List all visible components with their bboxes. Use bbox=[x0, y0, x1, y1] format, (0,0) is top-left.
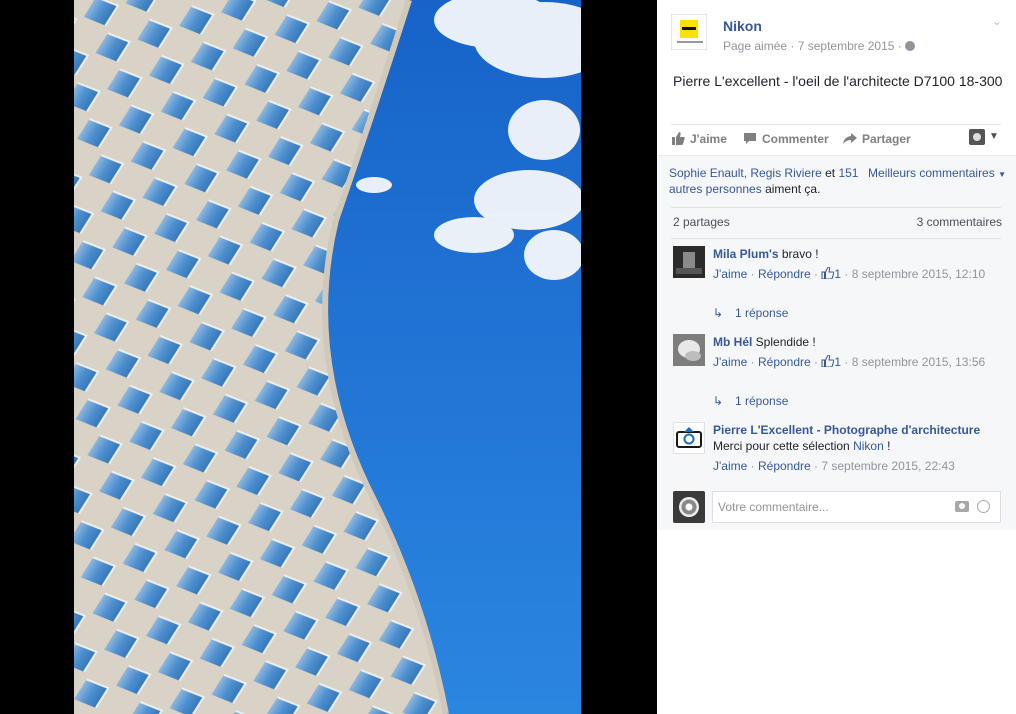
nikon-logo[interactable] bbox=[671, 14, 707, 50]
post-meta-text: Page aimée · 7 septembre 2015 · bbox=[723, 39, 902, 53]
reply-arrow-icon: ↳ bbox=[713, 306, 724, 320]
comment-author-line: Pierre L'Excellent - Photographe d'archi… bbox=[713, 422, 1003, 438]
viewer-avatar bbox=[969, 129, 985, 145]
thumbs-up-icon bbox=[821, 267, 835, 279]
comment-timestamp[interactable]: 7 septembre 2015, 22:43 bbox=[821, 459, 954, 473]
reply-arrow-icon: ↳ bbox=[713, 394, 724, 408]
replies-count: 1 réponse bbox=[735, 394, 789, 408]
comment-button[interactable]: Commenter bbox=[743, 132, 829, 146]
comment-body: Pierre L'Excellent - Photographe d'archi… bbox=[713, 422, 1003, 474]
post-side-panel: Nikon Page aimée · 7 septembre 2015 · ⌄ … bbox=[657, 0, 1016, 714]
comment-author-link[interactable]: Pierre L'Excellent - Photographe d'archi… bbox=[713, 423, 980, 437]
panel-blank-area bbox=[657, 530, 1016, 714]
comment-composer bbox=[673, 491, 1003, 523]
comment-like-link[interactable]: J'aime bbox=[713, 459, 747, 473]
comment-actions: J'aime · Répondre · 1 · 8 septembre 2015… bbox=[713, 267, 986, 281]
like-button-label: J'aime bbox=[690, 132, 727, 146]
architecture-photo-image bbox=[74, 0, 581, 714]
thumbs-up-icon bbox=[821, 355, 835, 367]
comment-sort-dropdown[interactable]: Meilleurs commentaires ▼ bbox=[868, 166, 1006, 180]
comment-text-line: Merci pour cette sélection Nikon ! bbox=[713, 438, 1003, 454]
comment-sort-label: Meilleurs commentaires bbox=[868, 166, 995, 180]
globe-icon bbox=[904, 41, 915, 51]
comment-button-label: Commenter bbox=[762, 132, 829, 146]
comment-body: Mb Hél Splendide ! J'aime · Répondre · 1… bbox=[713, 334, 1003, 370]
feedback-section: Sophie Enault, Regis Riviere et 151 autr… bbox=[657, 155, 1016, 530]
emoji-icon[interactable] bbox=[977, 500, 990, 513]
comments-count-link[interactable]: 3 commentaires bbox=[917, 215, 1002, 229]
avatar[interactable] bbox=[673, 246, 705, 278]
logo-tagline bbox=[677, 41, 703, 43]
share-button-label: Partager bbox=[862, 132, 911, 146]
likes-summary: Sophie Enault, Regis Riviere et 151 autr… bbox=[669, 165, 859, 197]
share-arrow-icon bbox=[843, 133, 857, 144]
sort-caret-down-icon: ▼ bbox=[998, 170, 1006, 179]
post-caption: Pierre L'excellent - l'oeil de l'archite… bbox=[673, 73, 1003, 89]
avatar bbox=[673, 491, 705, 523]
like-button[interactable]: J'aime bbox=[671, 132, 727, 146]
comment-text-line: Mb Hél Splendide ! bbox=[713, 334, 1003, 350]
post-photo[interactable] bbox=[74, 0, 581, 714]
comment-timestamp[interactable]: 8 septembre 2015, 12:10 bbox=[852, 267, 985, 281]
caret-down-icon: ▼ bbox=[989, 131, 999, 142]
share-button[interactable]: Partager bbox=[843, 132, 911, 146]
likes-suffix-text: aiment ça. bbox=[761, 182, 821, 196]
comment-like-link[interactable]: J'aime bbox=[713, 267, 747, 281]
comment-like-link[interactable]: J'aime bbox=[713, 355, 747, 369]
comment-text-suffix: ! bbox=[883, 439, 891, 453]
thumbs-up-icon bbox=[672, 132, 685, 145]
avatar-image bbox=[673, 334, 705, 366]
page-mention-link[interactable]: Nikon bbox=[853, 439, 884, 453]
comment-author-link[interactable]: Mb Hél bbox=[713, 335, 752, 349]
avatar[interactable] bbox=[673, 422, 705, 454]
post-action-bar: J'aime Commenter Partager ▼ bbox=[671, 124, 1001, 156]
avatar-image bbox=[673, 246, 705, 278]
comment-actions: J'aime · Répondre · 1 · 8 septembre 2015… bbox=[713, 355, 986, 369]
camera-icon[interactable] bbox=[955, 501, 969, 512]
comment-text: Merci pour cette sélection bbox=[713, 439, 854, 453]
post-options-chevron-down-icon[interactable]: ⌄ bbox=[989, 14, 1005, 30]
comment-text: bravo ! bbox=[778, 247, 819, 261]
post-meta: Page aimée · 7 septembre 2015 · bbox=[723, 39, 915, 53]
view-replies-link[interactable]: ↳ 1 réponse bbox=[713, 306, 788, 320]
comment-reply-link[interactable]: Répondre bbox=[758, 355, 811, 369]
comment-actions: J'aime · Répondre · 7 septembre 2015, 22… bbox=[713, 459, 955, 473]
likes-and-text: et bbox=[821, 166, 839, 180]
comment-author-link[interactable]: Mila Plum's bbox=[713, 247, 779, 261]
comment-text-line: Mila Plum's bravo ! bbox=[713, 246, 1003, 262]
logo-mark bbox=[680, 20, 698, 38]
camera-logo-icon bbox=[676, 427, 702, 448]
replies-count: 1 réponse bbox=[735, 306, 789, 320]
divider bbox=[671, 207, 1001, 208]
view-replies-link[interactable]: ↳ 1 réponse bbox=[713, 394, 788, 408]
page-name-link[interactable]: Nikon bbox=[723, 18, 762, 34]
comment-text: Splendide ! bbox=[752, 335, 816, 349]
comment-timestamp[interactable]: 8 septembre 2015, 13:56 bbox=[852, 355, 985, 369]
comment-body: Mila Plum's bravo ! J'aime · Répondre · … bbox=[713, 246, 1003, 282]
post-header: Nikon Page aimée · 7 septembre 2015 · ⌄ bbox=[671, 14, 1003, 58]
divider bbox=[671, 238, 1001, 239]
comment-reply-link[interactable]: Répondre bbox=[758, 267, 811, 281]
post-as-selector[interactable]: ▼ bbox=[969, 129, 1001, 149]
comment-icon bbox=[744, 133, 756, 144]
comment-reply-link[interactable]: Répondre bbox=[758, 459, 811, 473]
shares-count-link[interactable]: 2 partages bbox=[673, 215, 730, 229]
likers-names-link[interactable]: Sophie Enault, Regis Riviere bbox=[669, 166, 822, 180]
avatar[interactable] bbox=[673, 334, 705, 366]
photo-stage bbox=[0, 0, 657, 714]
